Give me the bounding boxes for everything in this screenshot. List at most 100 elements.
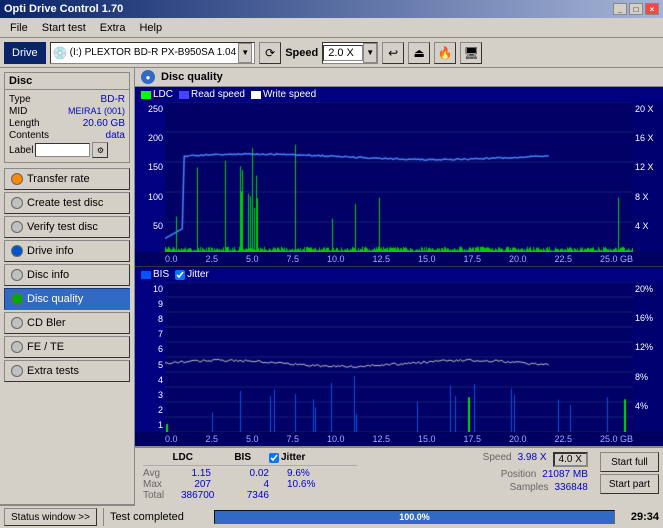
drive-dropdown[interactable]: ▼ [238,43,252,63]
lower-chart-wrapper: 10 9 8 7 6 5 4 3 2 1 20% [135,282,663,432]
transfer-rate-icon [11,173,23,185]
window-controls: _ □ × [613,3,659,15]
samples-label: Samples [510,482,549,493]
disc-info-label: Disc info [27,269,69,281]
disc-mid-label: MID [9,106,27,117]
content-area: ● Disc quality LDC Read speed [135,68,663,504]
sidebar-item-cd-bler[interactable]: CD Bler [4,312,130,334]
start-part-button[interactable]: Start part [600,474,659,494]
drive-refresh-button[interactable]: ⟳ [259,42,281,64]
sidebar-item-create-test-disc[interactable]: Create test disc [4,192,130,214]
col-ldc: LDC [143,452,193,463]
upper-chart: LDC Read speed Write speed 250 200 [135,87,663,267]
samples-value: 336848 [555,482,588,493]
legend-read-color [179,91,189,99]
minimize-button[interactable]: _ [613,3,627,15]
stats-header-row: LDC BIS Jitter [143,452,357,466]
drive-info-label: Drive info [27,245,73,257]
progress-bar: 100.0% [214,510,615,524]
samples-row: Samples 336848 [373,482,587,493]
stats-table: LDC BIS Jitter Avg 1.15 0.02 9.6% [135,448,365,505]
refresh-button[interactable]: ↩ [382,42,404,64]
status-text: Test completed [110,511,210,523]
max-label: Max [143,479,163,490]
menu-extra[interactable]: Extra [94,20,132,36]
disc-section: Disc Type BD-R MID MEIRA1 (001) Length 2… [4,72,130,163]
sidebar-item-drive-info[interactable]: Drive info [4,240,130,262]
max-jitter: 10.6% [287,479,315,490]
upper-y-axis: 250 200 150 100 50 [135,102,165,252]
menu-bar: File Start test Extra Help [0,18,663,38]
main-layout: Disc Type BD-R MID MEIRA1 (001) Length 2… [0,68,663,504]
sidebar-item-transfer-rate[interactable]: Transfer rate [4,168,130,190]
avg-jitter: 9.6% [287,468,310,479]
disc-info-panel: Type BD-R MID MEIRA1 (001) Length 20.60 … [5,90,129,162]
disc-length-row: Length 20.60 GB [9,118,125,129]
menu-file[interactable]: File [4,20,34,36]
sidebar: Disc Type BD-R MID MEIRA1 (001) Length 2… [0,68,135,504]
legend-jitter-check: Jitter [175,269,209,280]
sidebar-item-verify-test-disc[interactable]: Verify test disc [4,216,130,238]
create-test-icon [11,197,23,209]
disc-contents-row: Contents data [9,130,125,141]
sidebar-item-extra-tests[interactable]: Extra tests [4,360,130,382]
cd-bler-icon [11,317,23,329]
burn-button[interactable]: 🔥 [434,42,456,64]
speed-info-label: Speed [483,452,512,467]
avg-label: Avg [143,468,163,479]
eject-button[interactable]: ⏏ [408,42,430,64]
upper-legend: LDC Read speed Write speed [135,87,663,102]
menu-help[interactable]: Help [133,20,168,36]
stats-content: LDC BIS Jitter Avg 1.15 0.02 9.6% [135,447,663,505]
legend-bis-color [141,271,151,279]
disc-label-row: Label ⚙ [9,142,125,158]
disc-type-label: Type [9,94,31,105]
sidebar-item-disc-quality[interactable]: Disc quality [4,288,130,310]
create-test-label: Create test disc [27,197,103,209]
maximize-button[interactable]: □ [629,3,643,15]
legend-ldc-label: LDC [153,89,173,100]
drive-icon: 💿 [53,46,68,60]
upper-canvas [165,102,633,252]
total-ldc: 386700 [181,490,211,501]
total-row: Total 386700 7346 [143,490,357,501]
settings-button[interactable]: 🖥 [460,42,482,64]
max-bis: 4 [229,479,269,490]
position-value: 21087 MB [542,469,588,480]
speed-row: Speed 3.98 X 4.0 X [373,452,587,467]
speed-dropdown[interactable]: ▼ [363,43,377,63]
disc-contents-label: Contents [9,130,49,141]
legend-read: Read speed [179,89,245,100]
sidebar-item-disc-info[interactable]: Disc info [4,264,130,286]
window-title: Opti Drive Control 1.70 [4,3,123,15]
lower-canvas [165,282,633,432]
col-jitter: Jitter [281,452,305,463]
upper-chart-area: 20 X 16 X 12 X 8 X 4 X [165,102,663,252]
close-button[interactable]: × [645,3,659,15]
verify-test-icon [11,221,23,233]
speed-info-value: 3.98 X [518,452,547,467]
content-header: ● Disc quality [135,68,663,87]
disc-type-row: Type BD-R [9,94,125,105]
progress-text: 100.0% [399,512,430,522]
cd-bler-label: CD Bler [27,317,66,329]
avg-bis: 0.02 [229,468,269,479]
jitter-checkbox[interactable] [175,270,185,280]
label-input[interactable] [35,143,90,157]
lower-x-axis: 0.0 2.5 5.0 7.5 10.0 12.5 15.0 17.5 20.0… [135,432,663,446]
menu-start-test[interactable]: Start test [36,20,92,36]
position-label: Position [501,469,537,480]
jitter-header-checkbox[interactable] [269,453,279,463]
total-label: Total [143,490,163,501]
position-row: Position 21087 MB [373,469,587,480]
verify-test-label: Verify test disc [27,221,98,233]
disc-length-value: 20.60 GB [83,118,125,129]
status-window-button[interactable]: Status window >> [4,508,97,526]
speed-box: 4.0 X [553,452,588,467]
label-button[interactable]: ⚙ [92,142,108,158]
legend-write-color [251,91,261,99]
col-bis: BIS [211,452,251,463]
start-full-button[interactable]: Start full [600,452,659,472]
sidebar-item-fe-te[interactable]: FE / TE [4,336,130,358]
status-divider [103,508,104,526]
